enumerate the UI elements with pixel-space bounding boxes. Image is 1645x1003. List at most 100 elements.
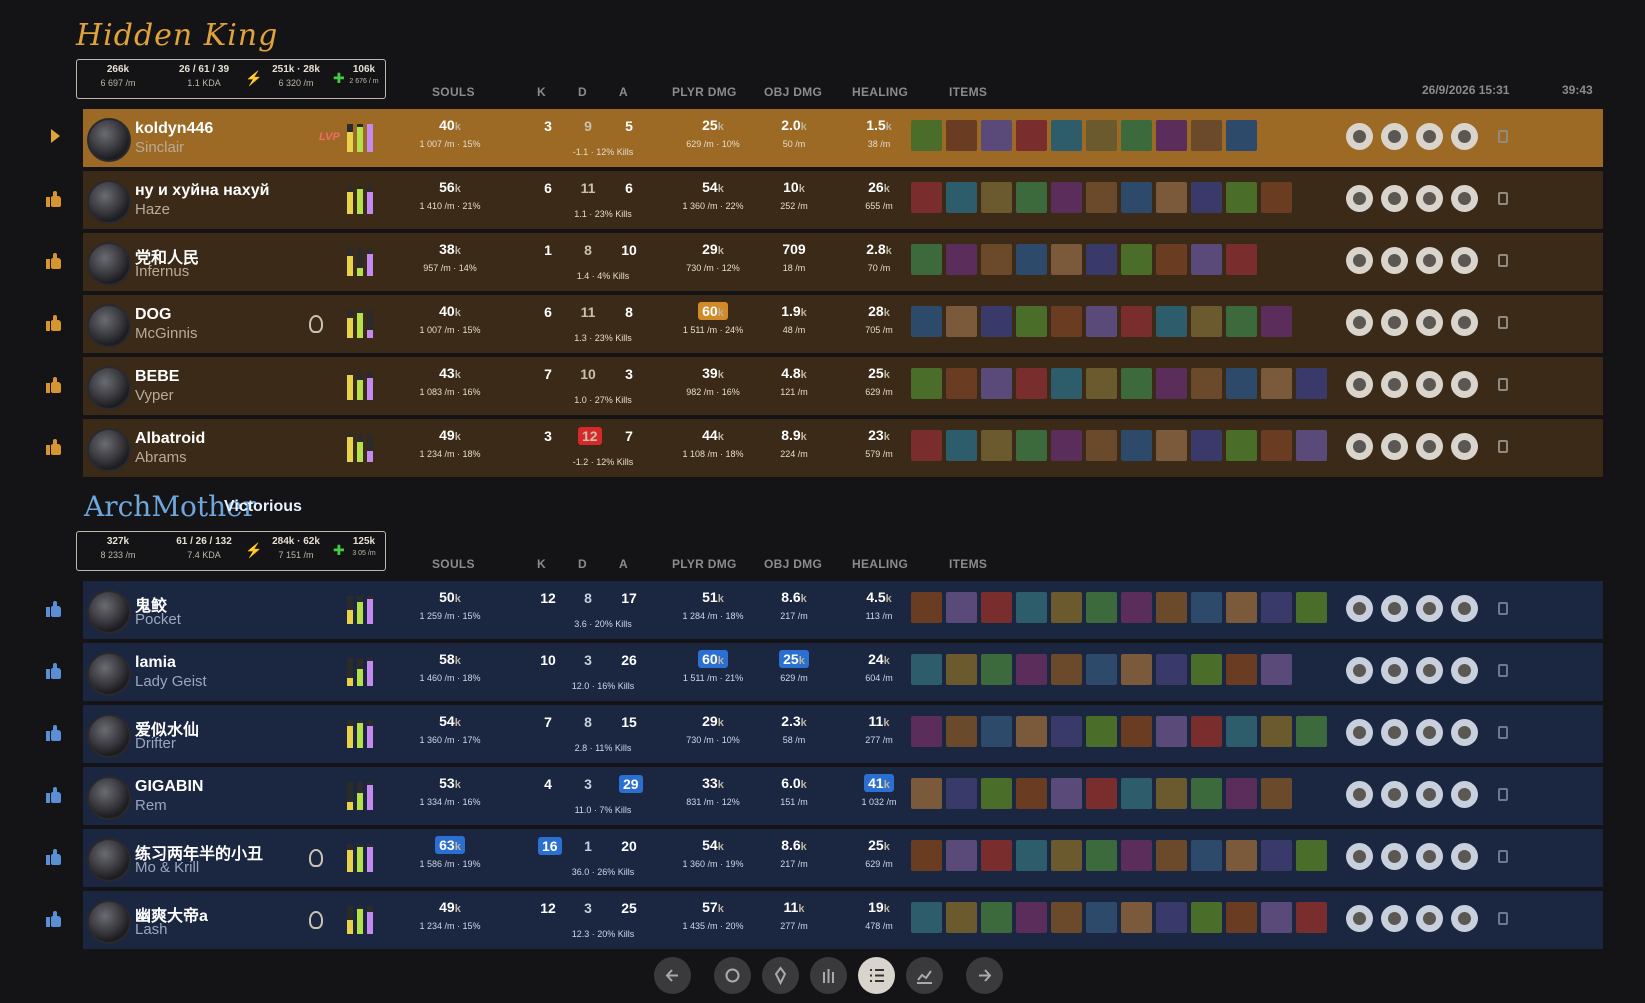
ability-icon[interactable]: [1346, 185, 1373, 212]
item-slot[interactable]: [1226, 592, 1257, 623]
ability-icon[interactable]: [1451, 309, 1478, 336]
item-slot[interactable]: [1191, 182, 1222, 213]
item-slot[interactable]: [1016, 306, 1047, 337]
item-slot[interactable]: [1051, 120, 1082, 151]
thumbs-up-icon[interactable]: [46, 191, 62, 207]
item-slot[interactable]: [1191, 592, 1222, 623]
ability-icon[interactable]: [1451, 123, 1478, 150]
ability-icon[interactable]: [1381, 781, 1408, 808]
item-slot[interactable]: [946, 592, 977, 623]
item-slot[interactable]: [1156, 654, 1187, 685]
item-slot[interactable]: [1086, 306, 1117, 337]
item-slot[interactable]: [1016, 592, 1047, 623]
thumbs-up-icon[interactable]: [46, 377, 62, 393]
item-slot[interactable]: [1016, 182, 1047, 213]
item-slot[interactable]: [1261, 654, 1292, 685]
ability-icon[interactable]: [1346, 371, 1373, 398]
item-slot[interactable]: [1051, 840, 1082, 871]
ability-icon[interactable]: [1346, 843, 1373, 870]
item-slot[interactable]: [946, 244, 977, 275]
ability-icon[interactable]: [1381, 247, 1408, 274]
player-row[interactable]: lamia Lady Geist 58k 1 460 /m · 18% 10 3…: [46, 643, 1603, 701]
copy-icon[interactable]: [1498, 254, 1508, 267]
ability-icon[interactable]: [1451, 185, 1478, 212]
ability-icon[interactable]: [1346, 309, 1373, 336]
souls-tab[interactable]: [714, 957, 751, 994]
item-slot[interactable]: [1016, 840, 1047, 871]
player-row[interactable]: GIGABIN Rem 53k 1 334 /m · 16% 4 3 29 11…: [46, 767, 1603, 825]
ability-icon[interactable]: [1451, 433, 1478, 460]
player-name[interactable]: Albatroid: [135, 430, 205, 448]
item-slot[interactable]: [1226, 716, 1257, 747]
player-name[interactable]: lamia: [135, 654, 176, 672]
item-slot[interactable]: [1226, 654, 1257, 685]
item-slot[interactable]: [1086, 120, 1117, 151]
ability-icon[interactable]: [1451, 781, 1478, 808]
ability-icon[interactable]: [1381, 719, 1408, 746]
item-slot[interactable]: [946, 430, 977, 461]
item-slot[interactable]: [1296, 430, 1327, 461]
item-slot[interactable]: [1156, 592, 1187, 623]
player-name[interactable]: GIGABIN: [135, 778, 203, 796]
item-slot[interactable]: [946, 368, 977, 399]
ability-icon[interactable]: [1346, 657, 1373, 684]
item-slot[interactable]: [1191, 306, 1222, 337]
copy-icon[interactable]: [1498, 788, 1508, 801]
item-slot[interactable]: [1226, 778, 1257, 809]
item-slot[interactable]: [1261, 306, 1292, 337]
item-slot[interactable]: [1191, 430, 1222, 461]
item-slot[interactable]: [1226, 306, 1257, 337]
item-slot[interactable]: [1051, 716, 1082, 747]
item-slot[interactable]: [1016, 902, 1047, 933]
item-slot[interactable]: [1296, 902, 1327, 933]
item-slot[interactable]: [1191, 840, 1222, 871]
item-slot[interactable]: [1121, 120, 1152, 151]
item-slot[interactable]: [1121, 430, 1152, 461]
item-slot[interactable]: [1261, 840, 1292, 871]
player-row[interactable]: 幽爽大帝a Lash 49k 1 234 /m · 15% 12 3 25 12…: [46, 891, 1603, 949]
ability-icon[interactable]: [1381, 433, 1408, 460]
player-row[interactable]: koldyn446 Sinclair LVP 40k 1 007 /m · 15…: [51, 109, 1603, 167]
item-slot[interactable]: [1226, 430, 1257, 461]
item-slot[interactable]: [911, 368, 942, 399]
item-slot[interactable]: [1156, 306, 1187, 337]
thumbs-up-icon[interactable]: [46, 849, 62, 865]
item-slot[interactable]: [1121, 244, 1152, 275]
item-slot[interactable]: [911, 716, 942, 747]
item-slot[interactable]: [1051, 902, 1082, 933]
item-slot[interactable]: [1156, 778, 1187, 809]
player-row[interactable]: Albatroid Abrams 49k 1 234 /m · 18% 3 12…: [46, 419, 1603, 477]
thumbs-up-icon[interactable]: [46, 663, 62, 679]
item-slot[interactable]: [1121, 306, 1152, 337]
item-slot[interactable]: [1086, 592, 1117, 623]
ability-icon[interactable]: [1416, 905, 1443, 932]
item-slot[interactable]: [981, 778, 1012, 809]
item-slot[interactable]: [1121, 840, 1152, 871]
item-slot[interactable]: [1051, 306, 1082, 337]
item-slot[interactable]: [1191, 368, 1222, 399]
item-slot[interactable]: [981, 120, 1012, 151]
item-slot[interactable]: [1121, 716, 1152, 747]
item-slot[interactable]: [1156, 716, 1187, 747]
item-slot[interactable]: [1191, 120, 1222, 151]
item-slot[interactable]: [1191, 902, 1222, 933]
player-row[interactable]: 爱似水仙 Drifter 54k 1 360 /m · 17% 7 8 15 2…: [46, 705, 1603, 763]
item-slot[interactable]: [1051, 654, 1082, 685]
ability-icon[interactable]: [1416, 595, 1443, 622]
item-slot[interactable]: [911, 654, 942, 685]
ability-icon[interactable]: [1451, 843, 1478, 870]
item-slot[interactable]: [1121, 902, 1152, 933]
item-slot[interactable]: [1086, 368, 1117, 399]
ability-icon[interactable]: [1346, 905, 1373, 932]
item-slot[interactable]: [1261, 716, 1292, 747]
ability-icon[interactable]: [1416, 247, 1443, 274]
item-slot[interactable]: [1086, 654, 1117, 685]
item-slot[interactable]: [1261, 182, 1292, 213]
ability-icon[interactable]: [1381, 843, 1408, 870]
item-slot[interactable]: [1086, 430, 1117, 461]
item-slot[interactable]: [911, 902, 942, 933]
item-slot[interactable]: [1016, 778, 1047, 809]
ability-icon[interactable]: [1346, 433, 1373, 460]
player-name[interactable]: BEBE: [135, 368, 179, 386]
item-slot[interactable]: [911, 244, 942, 275]
